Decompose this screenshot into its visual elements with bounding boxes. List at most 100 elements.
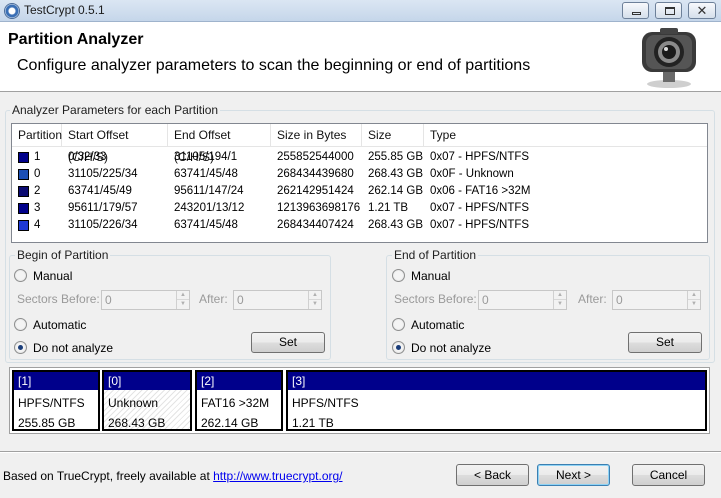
cell-size-bytes: 268434439680 [277, 168, 354, 180]
spin-down-icon[interactable]: ▼ [688, 300, 700, 309]
cell-start-offset: 63741/45/49 [68, 185, 132, 197]
spin-up-icon[interactable]: ▲ [309, 291, 321, 300]
column-header-size[interactable]: Size [362, 124, 424, 147]
begin-sectors-before-value: 0 [105, 293, 112, 307]
minimize-icon [632, 12, 641, 15]
end-after-value: 0 [616, 293, 623, 307]
column-header-type[interactable]: Type [424, 124, 707, 147]
end-set-button[interactable]: Set [628, 332, 702, 353]
end-manual-label[interactable]: Manual [411, 269, 450, 283]
partition-map-size: 255.85 GB [18, 416, 76, 430]
partition-map-id: [2] [197, 372, 281, 390]
begin-automatic-label[interactable]: Automatic [33, 318, 86, 332]
footer-credit-text: Based on TrueCrypt, freely available at [3, 469, 214, 483]
cell-start-offset: 31105/226/34 [68, 219, 138, 231]
spin-down-icon[interactable]: ▼ [554, 300, 566, 309]
partition-map-size: 262.14 GB [201, 416, 259, 430]
partition-map-block[interactable]: [2] FAT16 >32M 262.14 GB [195, 370, 283, 431]
table-header: Partition Start Offset (C/H/S) End Offse… [12, 124, 707, 164]
footer-credit: Based on TrueCrypt, freely available at … [3, 469, 343, 483]
cell-type: 0x06 - FAT16 >32M [430, 185, 531, 197]
begin-after-input[interactable]: 0 ▲ ▼ [233, 290, 322, 310]
cell-size: 268.43 GB [368, 219, 423, 231]
page-subtitle: Configure analyzer parameters to scan th… [17, 57, 531, 74]
spin-up-icon[interactable]: ▲ [688, 291, 700, 300]
begin-after-value: 0 [237, 293, 244, 307]
partition-map-type: HPFS/NTFS [18, 396, 85, 410]
end-do-not-analyze-radio[interactable] [392, 341, 405, 354]
cell-end-offset: 31105/194/1 [174, 151, 238, 163]
spin-down-icon[interactable]: ▼ [309, 300, 321, 309]
begin-sectors-before-label: Sectors Before: [17, 292, 100, 306]
end-manual-radio[interactable] [392, 269, 405, 282]
column-header-size-bytes[interactable]: Size in Bytes [271, 124, 362, 147]
partition-map-id: [0] [104, 372, 190, 390]
begin-sectors-before-input[interactable]: 0 ▲ ▼ [101, 290, 190, 310]
cell-partition: 2 [34, 185, 41, 197]
end-after-input[interactable]: 0 ▲ ▼ [612, 290, 701, 310]
table-row[interactable]: 3 95611/179/57 243201/13/12 121396369817… [12, 200, 707, 217]
spin-up-icon[interactable]: ▲ [554, 291, 566, 300]
partition-color-swatch [18, 220, 29, 231]
truecrypt-link[interactable]: http://www.truecrypt.org/ [213, 469, 342, 483]
minimize-button[interactable] [622, 2, 649, 19]
cancel-button[interactable]: Cancel [632, 464, 705, 486]
analyzer-parameters-label: Analyzer Parameters for each Partition [10, 103, 221, 117]
end-automatic-radio[interactable] [392, 318, 405, 331]
cell-start-offset: 31105/225/34 [68, 168, 138, 180]
begin-automatic-radio[interactable] [14, 318, 27, 331]
table-row[interactable]: 2 63741/45/49 95611/147/24 262142951424 … [12, 183, 707, 200]
partition-map-id: [3] [288, 372, 705, 390]
begin-sectors-before-spinner: ▲ ▼ [176, 291, 189, 309]
begin-after-spinner: ▲ ▼ [308, 291, 321, 309]
partition-map-type: Unknown [108, 396, 159, 410]
end-sectors-before-input[interactable]: 0 ▲ ▼ [478, 290, 567, 310]
partition-map-block[interactable]: [3] HPFS/NTFS 1.21 TB [286, 370, 707, 431]
column-header-start-offset[interactable]: Start Offset (C/H/S) [62, 124, 168, 164]
next-button[interactable]: Next > [537, 464, 610, 486]
cell-end-offset: 243201/13/12 [174, 202, 245, 214]
partition-map-id: [1] [14, 372, 98, 390]
column-header-partition[interactable]: Partition [12, 124, 62, 147]
end-after-spinner: ▲ ▼ [687, 291, 700, 309]
end-automatic-label[interactable]: Automatic [411, 318, 464, 332]
partition-map-size: 1.21 TB [292, 416, 334, 430]
spin-up-icon[interactable]: ▲ [177, 291, 189, 300]
close-button[interactable]: ✕ [688, 2, 716, 19]
partition-map-block[interactable]: [0] Unknown 268.43 GB [102, 370, 192, 431]
column-header-end-offset[interactable]: End Offset (C/H/S) [168, 124, 271, 164]
cell-size-bytes: 1213963698176 [277, 202, 361, 214]
app-icon [4, 3, 20, 19]
footer-separator-highlight [0, 452, 721, 453]
cell-end-offset: 63741/45/48 [174, 219, 238, 231]
begin-set-button[interactable]: Set [251, 332, 325, 353]
table-row[interactable]: 1 0/32/33 31105/194/1 255852544000 255.8… [12, 149, 707, 166]
title-bar: TestCrypt 0.5.1 ✕ [0, 0, 721, 22]
partition-color-swatch [18, 169, 29, 180]
partition-color-swatch [18, 152, 29, 163]
table-row[interactable]: 0 31105/225/34 63741/45/48 268434439680 … [12, 166, 707, 183]
back-button[interactable]: < Back [456, 464, 529, 486]
begin-after-label: After: [199, 292, 228, 306]
cell-type: 0x07 - HPFS/NTFS [430, 202, 530, 214]
wizard-header: Partition Analyzer Configure analyzer pa… [0, 22, 721, 92]
cell-size: 268.43 GB [368, 168, 423, 180]
begin-do-not-analyze-label[interactable]: Do not analyze [33, 341, 113, 355]
partition-map-size: 268.43 GB [108, 416, 166, 430]
partition-map-block[interactable]: [1] HPFS/NTFS 255.85 GB [12, 370, 100, 431]
maximize-button[interactable] [655, 2, 682, 19]
partition-table[interactable]: Partition Start Offset (C/H/S) End Offse… [11, 123, 708, 243]
begin-do-not-analyze-radio[interactable] [14, 341, 27, 354]
cell-end-offset: 95611/147/24 [174, 185, 244, 197]
cell-type: 0x07 - HPFS/NTFS [430, 219, 530, 231]
spin-down-icon[interactable]: ▼ [177, 300, 189, 309]
table-row[interactable]: 4 31105/226/34 63741/45/48 268434407424 … [12, 217, 707, 234]
cell-size: 255.85 GB [368, 151, 423, 163]
end-do-not-analyze-label[interactable]: Do not analyze [411, 341, 491, 355]
cell-partition: 1 [34, 151, 41, 163]
begin-manual-radio[interactable] [14, 269, 27, 282]
cell-start-offset: 95611/179/57 [68, 202, 138, 214]
partition-map: [1] HPFS/NTFS 255.85 GB [0] Unknown 268.… [9, 367, 710, 434]
cell-type: 0x0F - Unknown [430, 168, 514, 180]
begin-manual-label[interactable]: Manual [33, 269, 72, 283]
